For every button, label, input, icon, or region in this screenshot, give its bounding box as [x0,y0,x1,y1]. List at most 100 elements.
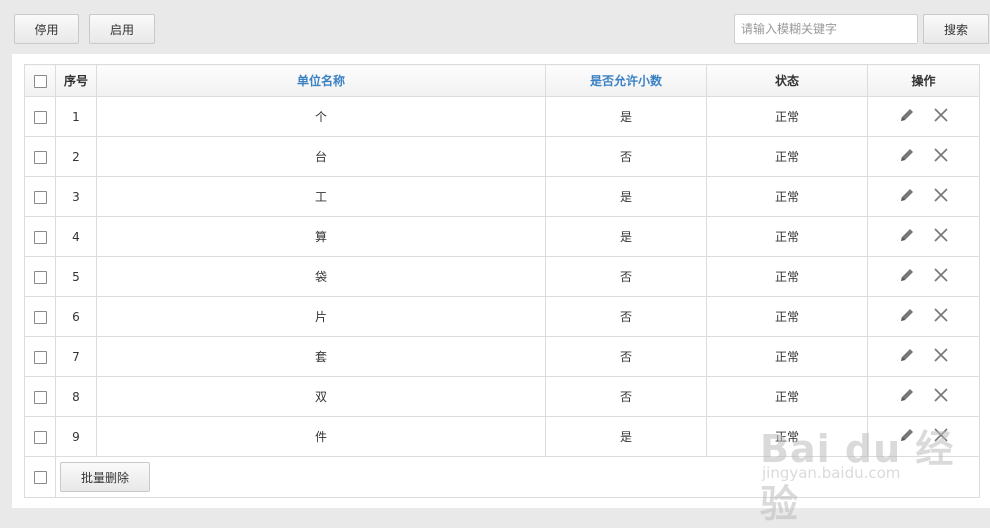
row-allow-decimal: 否 [545,256,707,297]
table-footer-row: 批量删除 [24,456,980,498]
row-checkbox[interactable] [33,350,47,364]
row-unit-name: 袋 [96,256,546,297]
row-select-cell [24,416,56,457]
pencil-icon[interactable] [898,346,916,364]
pencil-icon[interactable] [898,106,916,124]
row-allow-decimal: 是 [545,176,707,217]
row-status: 正常 [706,96,868,137]
close-icon[interactable] [932,346,950,364]
row-index: 3 [55,176,97,217]
table-row: 2 台否正常 [24,136,980,177]
units-table: 序号 单位名称 是否允许小数 状态 操作 1 个是正常 2 台否正常 3 工是正常 4 算是正… [24,64,980,498]
row-status: 正常 [706,296,868,337]
close-icon[interactable] [932,106,950,124]
table-row: 4 算是正常 [24,216,980,257]
row-allow-decimal: 否 [545,336,707,377]
close-icon[interactable] [932,386,950,404]
row-unit-name: 套 [96,336,546,377]
row-actions [867,376,980,417]
table-row: 6 片否正常 [24,296,980,337]
row-allow-decimal: 是 [545,416,707,457]
pencil-icon[interactable] [898,306,916,324]
row-index: 6 [55,296,97,337]
close-icon[interactable] [932,226,950,244]
row-select-cell [24,336,56,377]
row-status: 正常 [706,256,868,297]
table-header-row: 序号 单位名称 是否允许小数 状态 操作 [24,64,980,97]
footer-actions-cell: 批量删除 [55,456,980,498]
select-all-cell [24,64,56,97]
close-icon[interactable] [932,426,950,444]
row-select-cell [24,216,56,257]
row-unit-name: 工 [96,176,546,217]
pencil-icon[interactable] [898,186,916,204]
row-actions [867,336,980,377]
search-button[interactable]: 搜索 [923,14,989,44]
row-checkbox[interactable] [33,190,47,204]
row-actions [867,416,980,457]
row-index: 2 [55,136,97,177]
row-unit-name: 件 [96,416,546,457]
row-allow-decimal: 否 [545,296,707,337]
header-unit-name[interactable]: 单位名称 [96,64,546,97]
row-status: 正常 [706,416,868,457]
row-index: 7 [55,336,97,377]
row-actions [867,296,980,337]
row-select-cell [24,136,56,177]
table-row: 8 双否正常 [24,376,980,417]
row-checkbox[interactable] [33,110,47,124]
close-icon[interactable] [932,306,950,324]
row-select-cell [24,376,56,417]
row-checkbox[interactable] [33,150,47,164]
close-icon[interactable] [932,266,950,284]
row-select-cell [24,176,56,217]
row-status: 正常 [706,136,868,177]
pencil-icon[interactable] [898,266,916,284]
table-row: 5 袋否正常 [24,256,980,297]
row-select-cell [24,96,56,137]
pencil-icon[interactable] [898,146,916,164]
row-actions [867,216,980,257]
row-checkbox[interactable] [33,310,47,324]
row-index: 1 [55,96,97,137]
pencil-icon[interactable] [898,426,916,444]
row-index: 9 [55,416,97,457]
pencil-icon[interactable] [898,386,916,404]
table-panel: 序号 单位名称 是否允许小数 状态 操作 1 个是正常 2 台否正常 3 工是正常 4 算是正… [12,54,990,508]
pencil-icon[interactable] [898,226,916,244]
header-allow-decimal[interactable]: 是否允许小数 [545,64,707,97]
close-icon[interactable] [932,186,950,204]
header-actions: 操作 [867,64,980,97]
row-allow-decimal: 是 [545,216,707,257]
table-row: 9 件是正常 [24,416,980,457]
search-input[interactable] [734,14,918,44]
row-unit-name: 算 [96,216,546,257]
row-index: 5 [55,256,97,297]
table-row: 3 工是正常 [24,176,980,217]
footer-select-cell [24,456,56,498]
header-status: 状态 [706,64,868,97]
close-icon[interactable] [932,146,950,164]
row-index: 8 [55,376,97,417]
footer-checkbox[interactable] [33,471,47,484]
row-select-cell [24,256,56,297]
disable-button[interactable]: 停用 [14,14,79,44]
row-checkbox[interactable] [33,230,47,244]
row-allow-decimal: 是 [545,96,707,137]
row-status: 正常 [706,176,868,217]
row-checkbox[interactable] [33,430,47,444]
table-row: 7 套否正常 [24,336,980,377]
row-unit-name: 片 [96,296,546,337]
batch-delete-button[interactable]: 批量删除 [60,462,150,492]
select-all-checkbox[interactable] [33,74,47,88]
row-checkbox[interactable] [33,390,47,404]
header-index: 序号 [55,64,97,97]
row-actions [867,96,980,137]
row-unit-name: 个 [96,96,546,137]
row-checkbox[interactable] [33,270,47,284]
row-actions [867,256,980,297]
enable-button[interactable]: 启用 [89,14,155,44]
row-actions [867,176,980,217]
row-unit-name: 台 [96,136,546,177]
row-unit-name: 双 [96,376,546,417]
